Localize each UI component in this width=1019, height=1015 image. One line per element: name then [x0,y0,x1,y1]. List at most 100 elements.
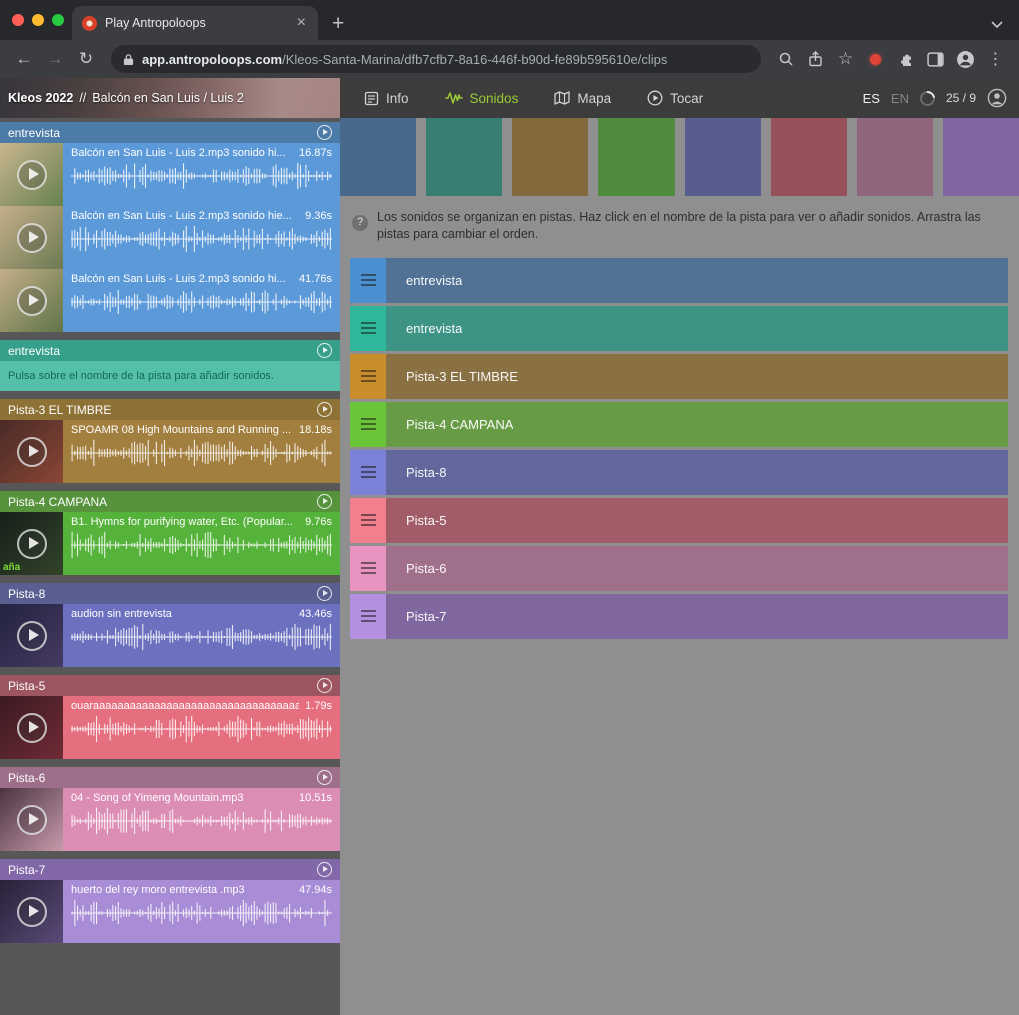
track-play-icon[interactable] [317,494,332,509]
drag-handle[interactable] [350,306,386,351]
clip-duration: 16.87s [299,147,332,159]
breadcrumb[interactable]: Kleos 2022 // Balcón en San Luis / Luis … [0,78,340,118]
lang-en-button[interactable]: EN [891,91,909,106]
clip-row[interactable]: Balcón en San Luis - Luis 2.mp3 sonido h… [0,143,340,206]
clip-play-icon[interactable] [17,713,47,743]
track-swatch[interactable] [685,118,761,196]
sidebar-track-name: entrevista [8,126,317,140]
clip-row[interactable]: añaB1. Hymns for purifying water, Etc. (… [0,512,340,575]
track-play-icon[interactable] [317,862,332,877]
track-play-icon[interactable] [317,125,332,140]
zoom-icon[interactable] [772,46,799,73]
reload-button[interactable]: ↻ [72,45,100,73]
sidebar-track-header[interactable]: Pista-4 CAMPANA [0,491,340,512]
track-swatch[interactable] [512,118,588,196]
drag-handle[interactable] [350,354,386,399]
sidebar-track-header[interactable]: entrevista [0,122,340,143]
track-swatch[interactable] [598,118,674,196]
bookmark-star-icon[interactable]: ☆ [832,46,859,73]
new-tab-button[interactable]: + [332,13,344,34]
track-row-bar[interactable]: Pista-4 CAMPANA [386,402,1008,447]
clip-row[interactable]: 04 - Song of Yimeng Mountain.mp310.51s [0,788,340,851]
track-play-icon[interactable] [317,402,332,417]
track-row: Pista-6 [350,546,1008,591]
drag-handle-icon [361,370,376,382]
track-play-icon[interactable] [317,343,332,358]
sidebar-track-header[interactable]: Pista-3 EL TIMBRE [0,399,340,420]
clip-play-icon[interactable] [17,223,47,253]
drag-handle[interactable] [350,498,386,543]
tab-close-icon[interactable]: × [295,15,308,31]
menu-kebab-icon[interactable]: ⋮ [982,46,1009,73]
drag-handle[interactable] [350,594,386,639]
account-icon[interactable] [987,88,1007,108]
clip-play-icon[interactable] [17,437,47,467]
clip-waveform [71,623,332,651]
track-row-bar[interactable]: Pista-3 EL TIMBRE [386,354,1008,399]
clip-play-icon[interactable] [17,286,47,316]
clip-title: huerto del rey moro entrevista .mp3 [71,884,293,896]
track-row-bar[interactable]: Pista-7 [386,594,1008,639]
browser-tab[interactable]: Play Antropoloops × [72,6,318,40]
record-extension-icon[interactable] [862,46,889,73]
drag-handle[interactable] [350,546,386,591]
clip-title: Balcón en San Luis - Luis 2.mp3 sonido h… [71,147,293,159]
lang-es-button[interactable]: ES [863,91,880,106]
close-window-button[interactable] [12,14,24,26]
clip-row[interactable]: audion sin entrevista43.46s [0,604,340,667]
drag-handle[interactable] [350,450,386,495]
track-play-icon[interactable] [317,678,332,693]
nav-sonidos[interactable]: Sonidos [445,91,519,106]
clip-play-icon[interactable] [17,160,47,190]
sidebar-track-header[interactable]: Pista-8 [0,583,340,604]
sidebar-track-header[interactable]: Pista-5 [0,675,340,696]
drag-handle[interactable] [350,402,386,447]
minimize-window-button[interactable] [32,14,44,26]
track-play-icon[interactable] [317,770,332,785]
extensions-puzzle-icon[interactable] [892,46,919,73]
nav-mapa[interactable]: Mapa [554,91,611,106]
side-panel-icon[interactable] [922,46,949,73]
clip-title: Balcón en San Luis - Luis 2.mp3 sonido h… [71,210,299,222]
back-button[interactable]: ← [10,45,38,73]
clip-title: 04 - Song of Yimeng Mountain.mp3 [71,792,293,804]
sidebar-track-group: Pista-3 EL TIMBRESPOAMR 08 High Mountain… [0,399,340,483]
zoom-window-button[interactable] [52,14,64,26]
address-bar[interactable]: app.antropoloops.com/Kleos-Santa-Marina/… [111,45,761,73]
sidebar-track-header[interactable]: Pista-7 [0,859,340,880]
track-row-bar[interactable]: Pista-6 [386,546,1008,591]
sidebar-track-header[interactable]: Pista-6 [0,767,340,788]
sidebar-track-header[interactable]: entrevista [0,340,340,361]
clip-play-icon[interactable] [17,897,47,927]
nav-tocar[interactable]: Tocar [647,90,703,106]
clip-row[interactable]: SPOAMR 08 High Mountains and Running ...… [0,420,340,483]
clip-row[interactable]: huerto del rey moro entrevista .mp347.94… [0,880,340,943]
drag-handle[interactable] [350,258,386,303]
sidebar-track-name: entrevista [8,344,317,358]
forward-button[interactable]: → [41,45,69,73]
clip-play-icon[interactable] [17,621,47,651]
tab-search-chevron-icon[interactable] [991,16,1003,34]
track-play-icon[interactable] [317,586,332,601]
track-row-bar[interactable]: entrevista [386,306,1008,351]
clip-play-icon[interactable] [17,529,47,559]
track-swatch[interactable] [857,118,933,196]
breadcrumb-title: Balcón en San Luis / Luis 2 [92,91,244,105]
sidebar-track-name: Pista-7 [8,863,317,877]
clip-row[interactable]: ouaraaaaaaaaaaaaaaaaaaaaaaaaaaaaaaaaaaaa… [0,696,340,759]
clip-title-line: Balcón en San Luis - Luis 2.mp3 sonido h… [71,210,332,222]
clip-row[interactable]: Balcón en San Luis - Luis 2.mp3 sonido h… [0,206,340,269]
track-swatch[interactable] [426,118,502,196]
track-row-bar[interactable]: Pista-5 [386,498,1008,543]
clip-play-icon[interactable] [17,805,47,835]
track-row-bar[interactable]: entrevista [386,258,1008,303]
track-swatch[interactable] [771,118,847,196]
profile-avatar-icon[interactable] [952,46,979,73]
track-row-bar[interactable]: Pista-8 [386,450,1008,495]
clip-row[interactable]: Balcón en San Luis - Luis 2.mp3 sonido h… [0,269,340,332]
share-icon[interactable] [802,46,829,73]
track-swatch[interactable] [340,118,416,196]
nav-info[interactable]: Info [364,91,409,106]
app-content: entrevista Balcón en San Luis - Luis 2.mp… [0,118,1019,1015]
track-swatch[interactable] [943,118,1019,196]
